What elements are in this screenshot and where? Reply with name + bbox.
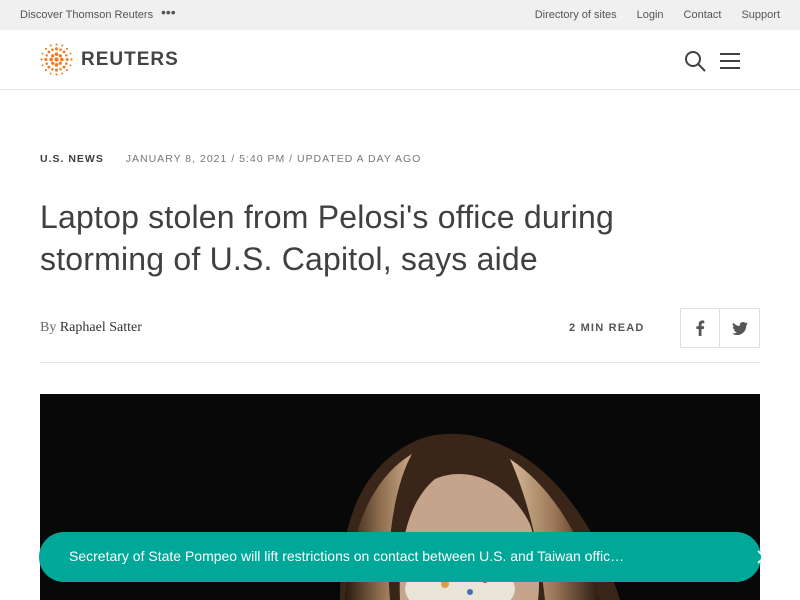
discover-thomson-reuters-link[interactable]: Discover Thomson Reuters	[20, 9, 153, 21]
contact-link[interactable]: Contact	[684, 9, 722, 21]
article-meta: U.S. News January 8, 2021 / 5:40 PM / Up…	[40, 153, 421, 165]
breaking-news-text[interactable]: Secretary of State Pompeo will lift rest…	[69, 548, 679, 564]
more-options-icon[interactable]: •••	[161, 4, 176, 20]
dateline: January 8, 2021 / 5:40 PM / Updated a da…	[125, 153, 422, 165]
utility-links: Directory of sites Login Contact Support	[535, 9, 780, 21]
section-link[interactable]: U.S. News	[40, 153, 104, 165]
support-link[interactable]: Support	[741, 9, 780, 21]
facebook-share-button[interactable]	[680, 308, 720, 348]
close-icon[interactable]	[753, 546, 775, 568]
headline: Laptop stolen from Pelosi's office durin…	[40, 199, 615, 277]
share-buttons	[680, 308, 760, 348]
login-link[interactable]: Login	[637, 9, 664, 21]
byline: By Raphael Satter	[40, 320, 142, 336]
reuters-logo[interactable]: REUTERS	[40, 43, 179, 76]
hamburger-menu-icon[interactable]	[720, 52, 740, 70]
directory-of-sites-link[interactable]: Directory of sites	[535, 9, 617, 21]
search-icon[interactable]	[684, 50, 706, 72]
twitter-share-button[interactable]	[720, 308, 760, 348]
utility-bar: Discover Thomson Reuters ••• Directory o…	[0, 0, 800, 30]
byline-prefix: By	[40, 320, 57, 335]
author-link[interactable]: Raphael Satter	[60, 320, 142, 335]
twitter-icon	[731, 321, 748, 335]
breaking-news-banner[interactable]: Secretary of State Pompeo will lift rest…	[39, 532, 771, 582]
facebook-icon	[696, 320, 705, 336]
reuters-logo-icon	[40, 43, 73, 76]
site-header: REUTERS	[0, 30, 800, 90]
logo-text: REUTERS	[81, 48, 179, 70]
divider	[40, 362, 760, 363]
read-time: 2 Min Read	[569, 322, 645, 334]
